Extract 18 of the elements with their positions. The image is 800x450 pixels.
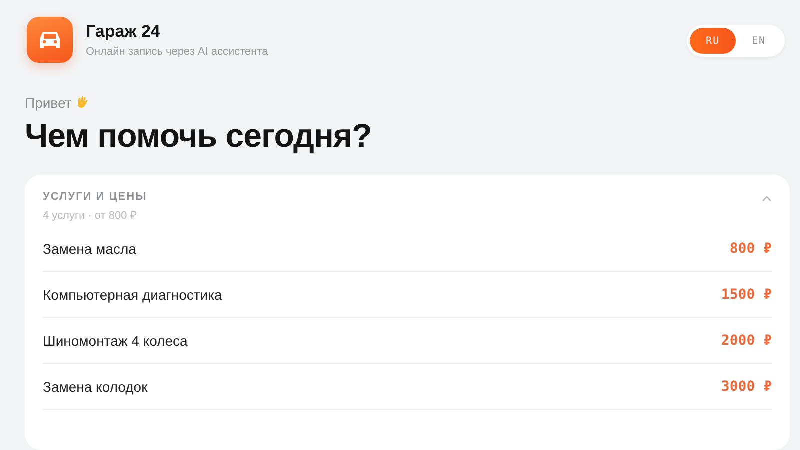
service-name: Замена колодок bbox=[43, 378, 148, 394]
service-name: Шиномонтаж 4 колеса bbox=[43, 332, 188, 348]
car-logo bbox=[27, 17, 73, 63]
service-name: Компьютерная диагностика bbox=[43, 286, 222, 302]
page-heading: Чем помочь сегодня? bbox=[25, 117, 373, 155]
app-subtitle: Онлайн запись через AI ассистента bbox=[86, 46, 268, 58]
app-title: Гараж 24 bbox=[86, 22, 162, 42]
service-price: 2000 ₽ bbox=[721, 332, 772, 348]
language-button[interactable]: EN bbox=[736, 28, 782, 54]
section-summary: 4 услуги · от 800 ₽ bbox=[43, 209, 138, 222]
greeting: Привет bbox=[25, 95, 72, 111]
service-price: 1500 ₽ bbox=[721, 286, 772, 302]
language-button[interactable]: RU bbox=[690, 28, 736, 54]
section-title: УСЛУГИ И ЦЕНЫ bbox=[43, 191, 148, 203]
service-price: 800 ₽ bbox=[730, 240, 772, 256]
service-price: 3000 ₽ bbox=[721, 378, 772, 394]
service-name: Замена масла bbox=[43, 240, 136, 256]
collapse-caret-icon[interactable] bbox=[762, 196, 772, 202]
